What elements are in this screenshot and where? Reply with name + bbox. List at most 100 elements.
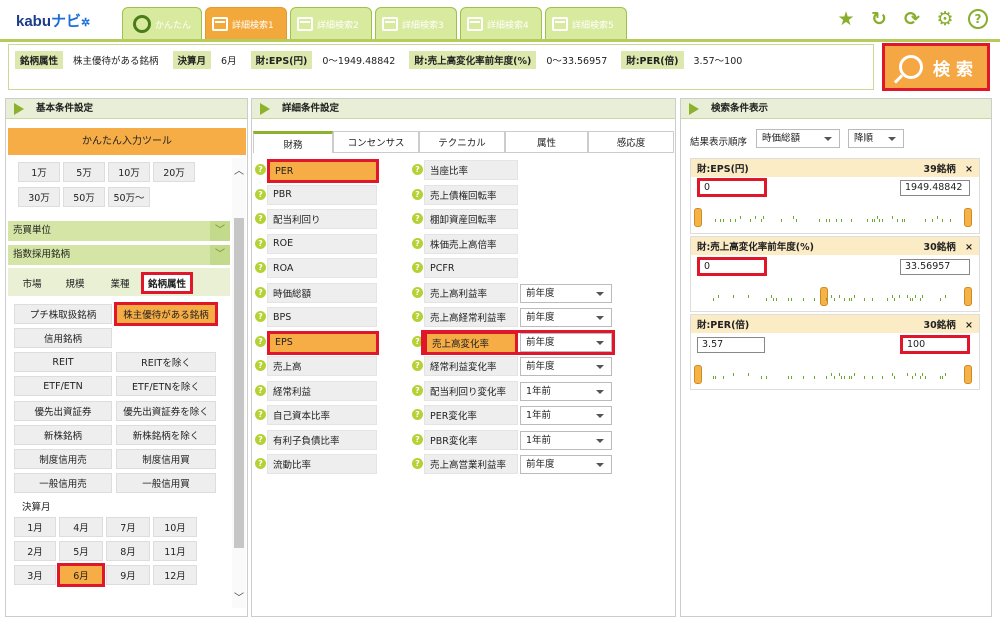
- financial-item[interactable]: 経常利益変化率: [424, 356, 518, 376]
- help-icon[interactable]: ?: [255, 188, 266, 200]
- attr-button[interactable]: 制度信用買: [116, 449, 216, 469]
- attr-button[interactable]: 制度信用売: [14, 449, 112, 469]
- financial-item[interactable]: 当座比率: [424, 160, 518, 180]
- help-icon[interactable]: ?: [412, 164, 423, 175]
- financial-item[interactable]: 売上高利益率: [424, 282, 518, 303]
- tab-detail-3[interactable]: 詳細検索3: [375, 7, 458, 40]
- attr-button[interactable]: 新株銘柄を除く: [116, 425, 216, 445]
- help-icon[interactable]: ?: [412, 311, 423, 322]
- help-icon[interactable]: ?: [412, 384, 423, 396]
- min-input[interactable]: 0: [697, 257, 767, 276]
- help-icon[interactable]: ?: [255, 409, 266, 420]
- financial-item[interactable]: 棚卸資産回転率: [424, 209, 518, 229]
- month-button[interactable]: 1月: [14, 517, 56, 537]
- tab-detail-4[interactable]: 詳細検索4: [460, 7, 543, 40]
- range-max-handle[interactable]: [964, 365, 972, 384]
- range-min-handle[interactable]: [694, 365, 702, 384]
- month-button[interactable]: 12月: [153, 565, 197, 585]
- month-button[interactable]: 10月: [153, 517, 197, 537]
- financial-item[interactable]: 有利子負債比率: [267, 429, 377, 450]
- tab-consensus[interactable]: コンセンサス: [333, 131, 419, 153]
- scroll-down-icon[interactable]: ﹀: [234, 589, 244, 604]
- refresh-icon[interactable]: ↻: [869, 9, 889, 29]
- attr-button[interactable]: REIT: [14, 352, 112, 372]
- tab-financial[interactable]: 財務: [253, 131, 333, 153]
- help-icon[interactable]: ?: [255, 164, 266, 175]
- subtab-market[interactable]: 市場: [12, 272, 52, 294]
- attr-button[interactable]: 一般信用売: [14, 473, 112, 493]
- month-button[interactable]: 4月: [59, 517, 103, 537]
- help-icon[interactable]: ?: [255, 384, 266, 396]
- tab-attribute[interactable]: 属性: [505, 131, 588, 153]
- amount-button[interactable]: 30万: [18, 187, 60, 207]
- attr-button[interactable]: 優先出資証券を除く: [116, 401, 216, 421]
- financial-item[interactable]: 株価売上高倍率: [424, 233, 518, 254]
- tab-detail-5[interactable]: 詳細検索5: [545, 7, 628, 40]
- help-icon[interactable]: ?: [968, 9, 988, 29]
- financial-item[interactable]: PBR変化率: [424, 429, 518, 450]
- amount-button[interactable]: 20万: [153, 162, 195, 182]
- financial-item[interactable]: 経常利益: [267, 380, 377, 401]
- period-select[interactable]: 1年前: [520, 430, 612, 450]
- attr-button[interactable]: ETF/ETNを除く: [116, 376, 216, 396]
- attr-button[interactable]: REITを除く: [116, 352, 216, 372]
- search-button[interactable]: 検 索: [882, 43, 990, 91]
- attr-button[interactable]: 信用銘柄: [14, 328, 112, 348]
- help-icon[interactable]: ?: [255, 237, 266, 249]
- financial-item[interactable]: 売上債権回転率: [424, 184, 518, 205]
- section-index[interactable]: 指数採用銘柄 ﹀: [8, 245, 230, 265]
- financial-item[interactable]: 売上高営業利益率: [424, 454, 518, 474]
- range-min-handle[interactable]: [820, 287, 828, 306]
- amount-button[interactable]: 50万〜: [108, 187, 150, 207]
- sync-icon[interactable]: ⟳: [902, 9, 922, 29]
- range-max-handle[interactable]: [964, 287, 972, 306]
- tab-technical[interactable]: テクニカル: [419, 131, 505, 153]
- financial-item[interactable]: ROA: [267, 258, 377, 278]
- amount-button[interactable]: 1万: [18, 162, 60, 182]
- min-input[interactable]: 3.57: [697, 337, 765, 353]
- financial-item[interactable]: 配当利回り: [267, 209, 377, 229]
- month-button[interactable]: 2月: [14, 541, 56, 561]
- sort-select[interactable]: 時価総額: [756, 129, 840, 148]
- close-icon[interactable]: ×: [965, 242, 973, 253]
- financial-item[interactable]: 流動比率: [267, 454, 377, 474]
- scrollbar[interactable]: ︿ ﹀: [232, 158, 246, 608]
- tab-sensitivity[interactable]: 感応度: [588, 131, 674, 153]
- close-icon[interactable]: ×: [965, 164, 973, 175]
- month-button[interactable]: 5月: [59, 541, 103, 561]
- subtab-scale[interactable]: 規模: [55, 272, 95, 294]
- period-select[interactable]: 前年度: [520, 455, 612, 474]
- financial-item[interactable]: PER: [267, 159, 379, 183]
- help-icon[interactable]: ?: [255, 286, 266, 298]
- subtab-industry[interactable]: 業種: [100, 272, 140, 294]
- financial-item[interactable]: PER変化率: [424, 405, 518, 425]
- subtab-attribute[interactable]: 銘柄属性: [141, 272, 193, 294]
- close-icon[interactable]: ×: [965, 320, 973, 331]
- help-icon[interactable]: ?: [412, 262, 423, 273]
- app-logo[interactable]: kabuナビ✲: [16, 10, 90, 31]
- amount-button[interactable]: 50万: [63, 187, 105, 207]
- financial-item[interactable]: 売上高: [267, 356, 377, 376]
- help-icon[interactable]: ?: [255, 335, 266, 347]
- help-icon[interactable]: ?: [412, 188, 423, 200]
- gear-icon[interactable]: ⚙: [935, 9, 955, 29]
- attr-button[interactable]: プチ株取扱銘柄: [14, 304, 112, 324]
- help-icon[interactable]: ?: [412, 458, 423, 469]
- star-icon[interactable]: ★: [836, 9, 856, 29]
- attr-button-selected[interactable]: 株主優待がある銘柄: [114, 302, 218, 326]
- tab-detail-1[interactable]: 詳細検索1: [205, 7, 288, 40]
- month-button[interactable]: 3月: [14, 565, 56, 585]
- max-input[interactable]: 100: [900, 335, 970, 354]
- help-icon[interactable]: ?: [255, 213, 266, 224]
- tab-easy[interactable]: かんたん: [122, 7, 203, 40]
- financial-item[interactable]: PCFR: [424, 258, 518, 278]
- financial-item[interactable]: 配当利回り変化率: [424, 380, 518, 401]
- range-min-handle[interactable]: [694, 208, 702, 227]
- min-input[interactable]: 0: [697, 178, 767, 197]
- period-select[interactable]: 前年度: [520, 283, 612, 303]
- financial-item[interactable]: ROE: [267, 233, 377, 254]
- month-button[interactable]: 8月: [106, 541, 150, 561]
- help-icon[interactable]: ?: [412, 360, 423, 371]
- period-select[interactable]: 1年前: [520, 406, 612, 425]
- help-icon[interactable]: ?: [255, 262, 266, 273]
